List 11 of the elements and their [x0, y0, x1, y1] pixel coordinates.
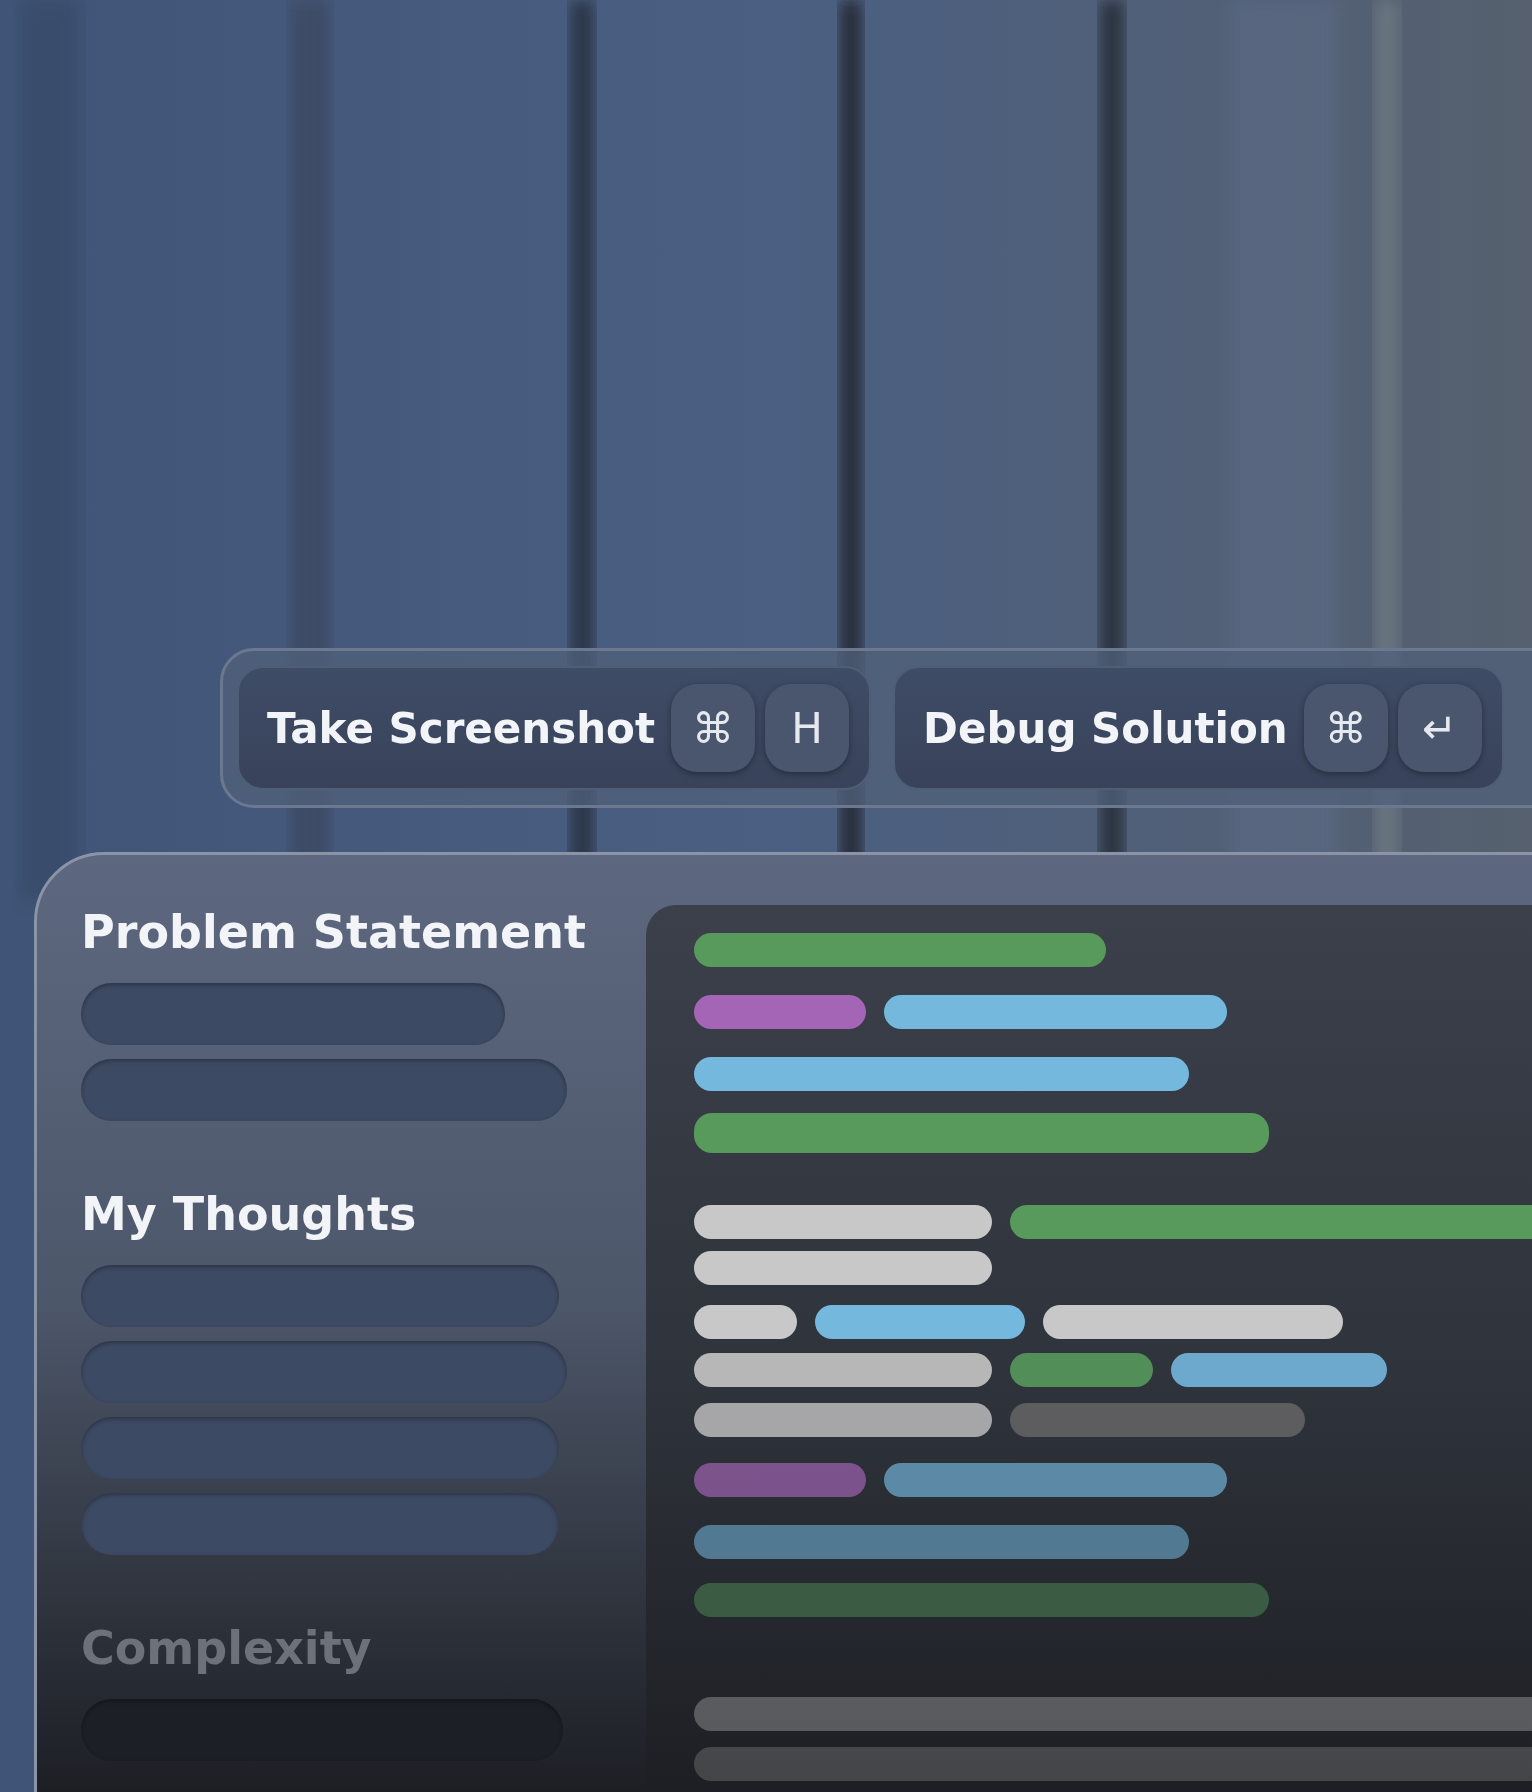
key-cap: ↵ [1397, 684, 1482, 772]
shortcut-button[interactable]: Take Screenshot ⌘ H [237, 666, 872, 790]
section-heading: Complexity [81, 1621, 373, 1675]
button-label: Debug Solution [923, 703, 1288, 753]
shortcut-button[interactable]: Debug Solution ⌘ ↵ [893, 666, 1504, 790]
section-heading: Problem Statement [81, 905, 587, 959]
section-heading: My Thoughts [81, 1187, 418, 1241]
button-label: Take Screenshot [267, 703, 656, 753]
key-cap: ⌘ [1303, 684, 1388, 772]
key-cap: ⌘ [671, 684, 756, 772]
key-cap: H [765, 684, 850, 772]
